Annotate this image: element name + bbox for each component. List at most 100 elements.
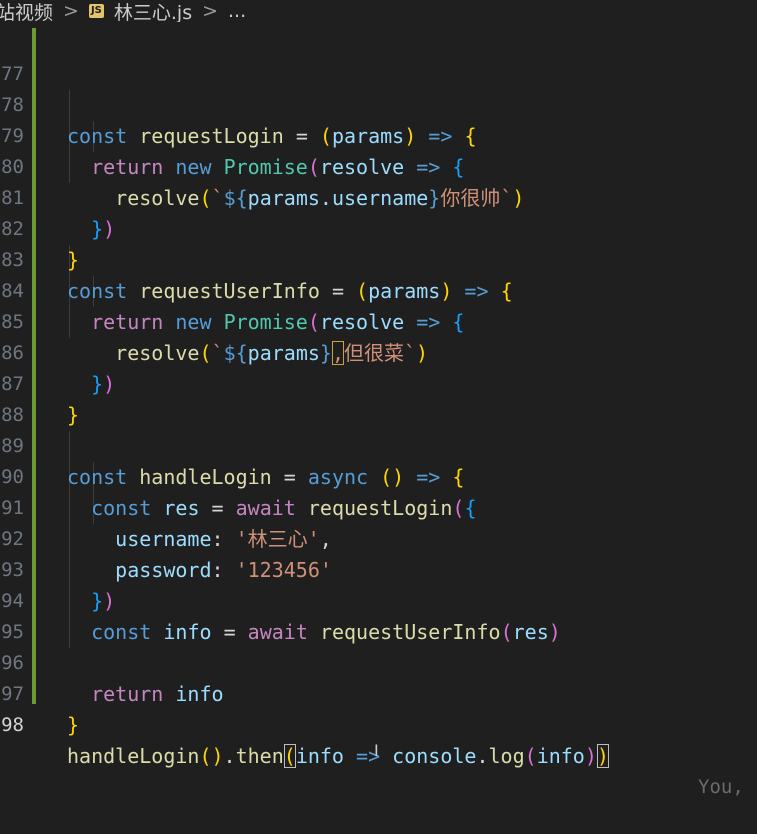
property-token: password [115,558,212,582]
code-text: }) [67,369,115,400]
code-editor[interactable]: 77 78 const requestLogin = (params) => {… [0,28,757,798]
operator-token: : [211,527,224,551]
function-name-token: resolve [115,186,200,210]
code-line[interactable]: 82 } [0,183,79,272]
variable-token: console [392,744,477,768]
function-name-token: handleLogin [67,744,200,768]
arrow-token: => [416,155,441,179]
breadcrumb-separator: > [63,0,79,22]
breadcrumb-folder[interactable]: 站视频 [0,0,53,23]
string-token: ` [500,186,513,210]
code-line[interactable]: 86 }) [0,307,115,396]
class-token: Promise [223,310,308,334]
keyword-token: const [91,496,152,520]
code-text: }) [67,214,115,245]
code-line[interactable]: 95 [0,586,48,643]
code-line[interactable]: 88 [0,369,48,426]
bracket-token: ( [199,341,212,365]
keyword-token: return [91,310,164,334]
matched-bracket-token: ( [283,744,296,768]
keyword-token: new [175,155,212,179]
string-token: 但很菜 [344,341,404,365]
breadcrumb-more[interactable]: ... [228,0,246,22]
bracket-token: ( [524,744,537,768]
keyword-token: const [67,124,128,148]
operator-token: . [223,744,236,768]
bracket-token: ( [307,155,320,179]
code-line[interactable]: 96 return info [0,617,223,706]
code-line[interactable]: 91 username: '林三心', [0,462,332,551]
code-line[interactable]: 85 resolve(`${params},但很菜`) [0,276,428,365]
code-line[interactable]: 89 const handleLogin = async () => { [0,400,464,489]
bracket-token: } [91,217,104,241]
variable-token: resolve [319,155,405,179]
code-text: return new Promise(resolve => { [67,307,464,338]
code-text: } [67,400,79,431]
code-text: resolve(`${params},但很菜`) [67,338,428,369]
code-line[interactable]: 77 [0,28,48,85]
code-text: resolve(`${params.username}你很帅`) [67,183,524,214]
string-token: 你很帅 [440,186,501,210]
breadcrumb-file[interactable]: 林三心.js [114,0,192,23]
string-token: ` [211,186,224,210]
template-token: } [319,341,332,365]
template-token: ${ [223,341,248,365]
code-line[interactable]: 94 const info = await requestUserInfo(re… [0,555,561,644]
code-line[interactable]: 80 resolve(`${params.username}你很帅`) [0,121,524,210]
code-line[interactable]: 93 }) [0,524,115,613]
operator-token: = [211,496,224,520]
matched-bracket-token: ) [596,744,609,768]
mouse-ibeam-cursor-icon: I [374,741,379,760]
bracket-token: ) [103,589,116,613]
code-text: } [67,710,79,741]
bracket-token: { [464,496,477,520]
code-line[interactable]: 90 const res = await requestLogin({ [0,431,476,520]
bracket-token: ) [103,217,116,241]
arrow-token: => [416,465,441,489]
bracket-token: { [452,310,465,334]
bracket-token: () [380,465,405,489]
bracket-token: { [500,279,513,303]
code-text: const info = await requestUserInfo(res) [67,617,561,648]
bracket-token: ( [307,310,320,334]
code-line-current[interactable]: 98 handleLogin().then(info => console.lo… [0,679,757,798]
code-line[interactable]: 84 return new Promise(resolve => { [0,245,464,334]
keyword-token: await [235,496,296,520]
code-line[interactable]: 92 password: '123456' [0,493,332,582]
bracket-token: ) [548,620,561,644]
variable-token: params [368,279,441,303]
variable-token: info [536,744,585,768]
js-file-icon: JS [88,4,104,18]
function-name-token: requestLogin [307,496,453,520]
code-text: username: '林三心', [67,524,332,555]
function-name-token: log [488,744,525,768]
function-name-token: resolve [115,341,200,365]
variable-token: info [163,620,212,644]
breadcrumb-separator-2: > [202,0,219,22]
code-line[interactable]: 83 const requestUserInfo = (params) => { [0,214,513,303]
function-name-token: requestUserInfo [319,620,501,644]
bracket-token: ) [440,279,453,303]
string-token: '123456' [235,558,332,582]
arrow-token: => [416,310,441,334]
code-text: password: '123456' [67,555,332,586]
variable-token: res [163,496,200,520]
code-text: return new Promise(resolve => { [67,152,464,183]
function-name-token: requestLogin [139,124,284,148]
code-line[interactable]: 81 }) [0,152,115,241]
template-token: } [428,186,441,210]
code-line[interactable]: 97 } [0,648,79,737]
operator-token: , [319,527,332,551]
code-line[interactable]: 87 } [0,338,79,427]
arrow-token: => [464,279,489,303]
bracket-token: } [67,403,80,427]
git-blame-ghost-text: You, [698,776,744,798]
keyword-token: return [91,155,164,179]
bracket-token: } [67,713,80,737]
keyword-token: async [307,465,369,489]
class-token: Promise [223,155,308,179]
code-line[interactable]: 78 const requestLogin = (params) => { [0,59,476,148]
variable-token: params [247,341,320,365]
code-line[interactable]: 79 return new Promise(resolve => { [0,90,464,179]
bracket-token: ) [512,186,525,210]
